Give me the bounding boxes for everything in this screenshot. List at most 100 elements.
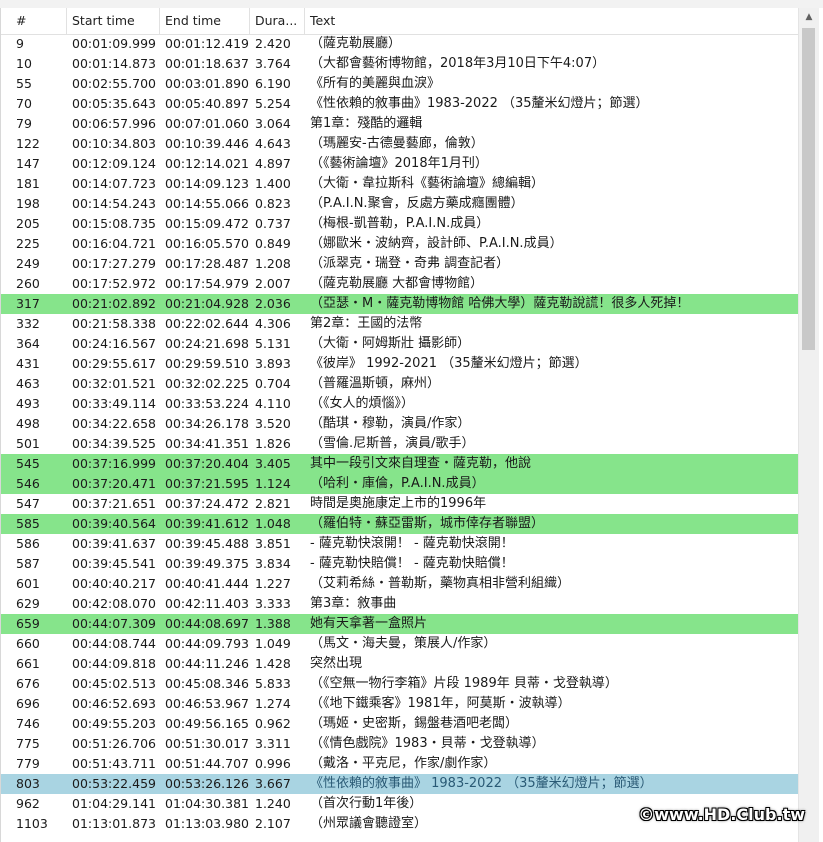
cell-number: 779: [16, 756, 40, 771]
cell-duration: 1.208: [255, 256, 291, 271]
scroll-up-arrow-icon[interactable]: ▲: [799, 8, 819, 26]
scrollbar-thumb[interactable]: [802, 28, 815, 350]
header-number[interactable]: #: [11, 8, 67, 34]
cell-text: （亞瑟・M・薩克勒博物館 哈佛大學）薩克勒說謊！很多人死掉！: [310, 296, 690, 311]
cell-start-time: 00:51:43.711: [72, 756, 156, 771]
cell-duration: 4.110: [255, 396, 291, 411]
cell-start-time: 00:10:34.803: [72, 136, 156, 151]
table-row[interactable]: 55 00:02:55.700 00:03:01.890 6.190 《所有的美麗與血淚…: [1, 74, 798, 94]
cell-start-time: 00:01:09.999: [72, 36, 156, 51]
cell-end-time: 00:15:09.472: [165, 216, 249, 231]
cell-start-time: 00:15:08.735: [72, 216, 156, 231]
table-row[interactable]: 122 00:10:34.803 00:10:39.446 4.643 （瑪麗安-古德曼…: [1, 134, 798, 154]
cell-text: 《性依賴的敘事曲》1983-2022 （35釐米幻燈片；節選）: [310, 96, 649, 111]
table-row[interactable]: 498 00:34:22.658 00:34:26.178 3.520 （酷琪・穆勒，演…: [1, 414, 798, 434]
table-row[interactable]: 660 00:44:08.744 00:44:09.793 1.049 （馬文・海夫曼，…: [1, 634, 798, 654]
table-row[interactable]: 364 00:24:16.567 00:24:21.698 5.131 （大衛・阿姆斯壯…: [1, 334, 798, 354]
cell-number: 147: [16, 156, 40, 171]
table-row[interactable]: 79 00:06:57.996 00:07:01.060 3.064 第1章：殘酷的邏輯: [1, 114, 798, 134]
cell-end-time: 00:32:02.225: [165, 376, 249, 391]
table-row[interactable]: 585 00:39:40.564 00:39:41.612 1.048 （羅伯特・蘇亞雷…: [1, 514, 798, 534]
table-row[interactable]: 332 00:21:58.338 00:22:02.644 4.306 第2章：王國的法…: [1, 314, 798, 334]
table-row[interactable]: 676 00:45:02.513 00:45:08.346 5.833 （《空無一物行李…: [1, 674, 798, 694]
subtitle-table[interactable]: # Start time End time Dura... Text 9 00:0…: [0, 8, 823, 842]
cell-end-time: 00:44:08.697: [165, 616, 249, 631]
table-row[interactable]: 775 00:51:26.706 00:51:30.017 3.311 （《情色戲院》1…: [1, 734, 798, 754]
header-duration[interactable]: Dura...: [250, 8, 305, 34]
table-row[interactable]: 463 00:32:01.521 00:32:02.225 0.704 （普羅溫斯頓，麻…: [1, 374, 798, 394]
header-start-time[interactable]: Start time: [67, 8, 160, 34]
table-row[interactable]: 198 00:14:54.243 00:14:55.066 0.823 （P.A.I.N…: [1, 194, 798, 214]
table-row[interactable]: 547 00:37:21.651 00:37:24.472 2.821 時間是奧施康定上…: [1, 494, 798, 514]
cell-duration: 3.893: [255, 356, 291, 371]
cell-duration: 0.962: [255, 716, 291, 731]
cell-duration: 1.124: [255, 476, 291, 491]
table-row[interactable]: 317 00:21:02.892 00:21:04.928 2.036 （亞瑟・M・薩克…: [1, 294, 798, 314]
cell-duration: 3.333: [255, 596, 291, 611]
table-row[interactable]: 696 00:46:52.693 00:46:53.967 1.274 （《地下鐵乘客》…: [1, 694, 798, 714]
table-row[interactable]: 181 00:14:07.723 00:14:09.123 1.400 （大衛・韋拉斯科…: [1, 174, 798, 194]
cell-end-time: 00:10:39.446: [165, 136, 249, 151]
table-row[interactable]: 587 00:39:45.541 00:39:49.375 3.834 - 薩克勒快賠償…: [1, 554, 798, 574]
cell-end-time: 00:34:26.178: [165, 416, 249, 431]
table-row[interactable]: 10 00:01:14.873 00:01:18.637 3.764 （大都會藝術博物館…: [1, 54, 798, 74]
cell-start-time: 00:44:08.744: [72, 636, 156, 651]
cell-number: 79: [16, 116, 32, 131]
table-row[interactable]: 661 00:44:09.818 00:44:11.246 1.428 突然出現: [1, 654, 798, 674]
table-row[interactable]: 501 00:34:39.525 00:34:41.351 1.826 （雪倫.尼斯普，…: [1, 434, 798, 454]
table-row[interactable]: 147 00:12:09.124 00:12:14.021 4.897 （《藝術論壇》2…: [1, 154, 798, 174]
cell-end-time: 00:33:53.224: [165, 396, 249, 411]
cell-end-time: 00:16:05.570: [165, 236, 249, 251]
cell-number: 501: [16, 436, 40, 451]
cell-text: （《空無一物行李箱》片段 1989年 貝蒂・戈登執導）: [310, 676, 618, 691]
cell-end-time: 00:01:12.419: [165, 36, 249, 51]
cell-text: 《性依賴的敘事曲》 1983-2022 （35釐米幻燈片；節選）: [310, 776, 653, 791]
table-row[interactable]: 601 00:40:40.217 00:40:41.444 1.227 （艾莉希絲・普勒…: [1, 574, 798, 594]
cell-number: 10: [16, 56, 32, 71]
cell-start-time: 00:44:07.309: [72, 616, 156, 631]
cell-number: 546: [16, 476, 40, 491]
vertical-scrollbar[interactable]: ▲: [798, 8, 819, 842]
cell-duration: 2.007: [255, 276, 291, 291]
cell-number: 205: [16, 216, 40, 231]
cell-number: 317: [16, 296, 40, 311]
table-row[interactable]: 431 00:29:55.617 00:29:59.510 3.893 《彼岸》 199…: [1, 354, 798, 374]
cell-start-time: 00:37:16.999: [72, 456, 156, 471]
cell-text: 其中一段引文來自理查・薩克勒，他說: [310, 456, 532, 471]
table-row[interactable]: 70 00:05:35.643 00:05:40.897 5.254 《性依賴的敘事曲》…: [1, 94, 798, 114]
table-row[interactable]: 546 00:37:20.471 00:37:21.595 1.124 （哈利・庫倫，P…: [1, 474, 798, 494]
cell-start-time: 00:37:20.471: [72, 476, 156, 491]
table-row[interactable]: 779 00:51:43.711 00:51:44.707 0.996 （戴洛・平克尼，…: [1, 754, 798, 774]
header-end-time[interactable]: End time: [160, 8, 250, 34]
table-row[interactable]: 260 00:17:52.972 00:17:54.979 2.007 （薩克勒展廳 大…: [1, 274, 798, 294]
table-row[interactable]: 746 00:49:55.203 00:49:56.165 0.962 （瑪姬・史密斯，…: [1, 714, 798, 734]
cell-duration: 1.240: [255, 796, 291, 811]
cell-number: 249: [16, 256, 40, 271]
cell-text: - 薩克勒快滾開！ - 薩克勒快滾開！: [310, 536, 514, 551]
table-row[interactable]: 225 00:16:04.721 00:16:05.570 0.849 （娜歐米・波納齊…: [1, 234, 798, 254]
table-row[interactable]: 205 00:15:08.735 00:15:09.472 0.737 （梅根-凱普勒，…: [1, 214, 798, 234]
cell-number: 55: [16, 76, 32, 91]
cell-text: （酷琪・穆勒，演員/作家）: [310, 416, 471, 431]
header-text[interactable]: Text: [305, 8, 798, 34]
cell-start-time: 00:34:39.525: [72, 436, 156, 451]
table-row[interactable]: 659 00:44:07.309 00:44:08.697 1.388 她有天拿著一盒照…: [1, 614, 798, 634]
cell-start-time: 00:51:26.706: [72, 736, 156, 751]
table-row[interactable]: 493 00:33:49.114 00:33:53.224 4.110 （《女人的煩惱》…: [1, 394, 798, 414]
table-row[interactable]: 9 00:01:09.999 00:01:12.419 2.420 （薩克勒展廳）: [1, 34, 798, 54]
cell-duration: 4.306: [255, 316, 291, 331]
table-row[interactable]: 249 00:17:27.279 00:17:28.487 1.208 （派翠克・瑞登・…: [1, 254, 798, 274]
cell-number: 586: [16, 536, 40, 551]
table-row[interactable]: 545 00:37:16.999 00:37:20.404 3.405 其中一段引文來自…: [1, 454, 798, 474]
cell-start-time: 00:16:04.721: [72, 236, 156, 251]
cell-text: （瑪姬・史密斯，錫盤巷酒吧老闆）: [310, 716, 519, 731]
table-row[interactable]: 629 00:42:08.070 00:42:11.403 3.333 第3章：敘事曲: [1, 594, 798, 614]
table-row[interactable]: 803 00:53:22.459 00:53:26.126 3.667 《性依賴的敘事曲…: [1, 774, 798, 794]
cell-duration: 3.311: [255, 736, 291, 751]
cell-start-time: 00:14:07.723: [72, 176, 156, 191]
cell-text: （瑪麗安-古德曼藝廊，倫敦）: [310, 136, 484, 151]
cell-text: 《彼岸》 1992-2021 （35釐米幻燈片；節選）: [310, 356, 588, 371]
cell-text: 時間是奧施康定上市的1996年: [310, 496, 487, 511]
table-row[interactable]: 586 00:39:41.637 00:39:45.488 3.851 - 薩克勒快滾開…: [1, 534, 798, 554]
cell-start-time: 00:34:22.658: [72, 416, 156, 431]
